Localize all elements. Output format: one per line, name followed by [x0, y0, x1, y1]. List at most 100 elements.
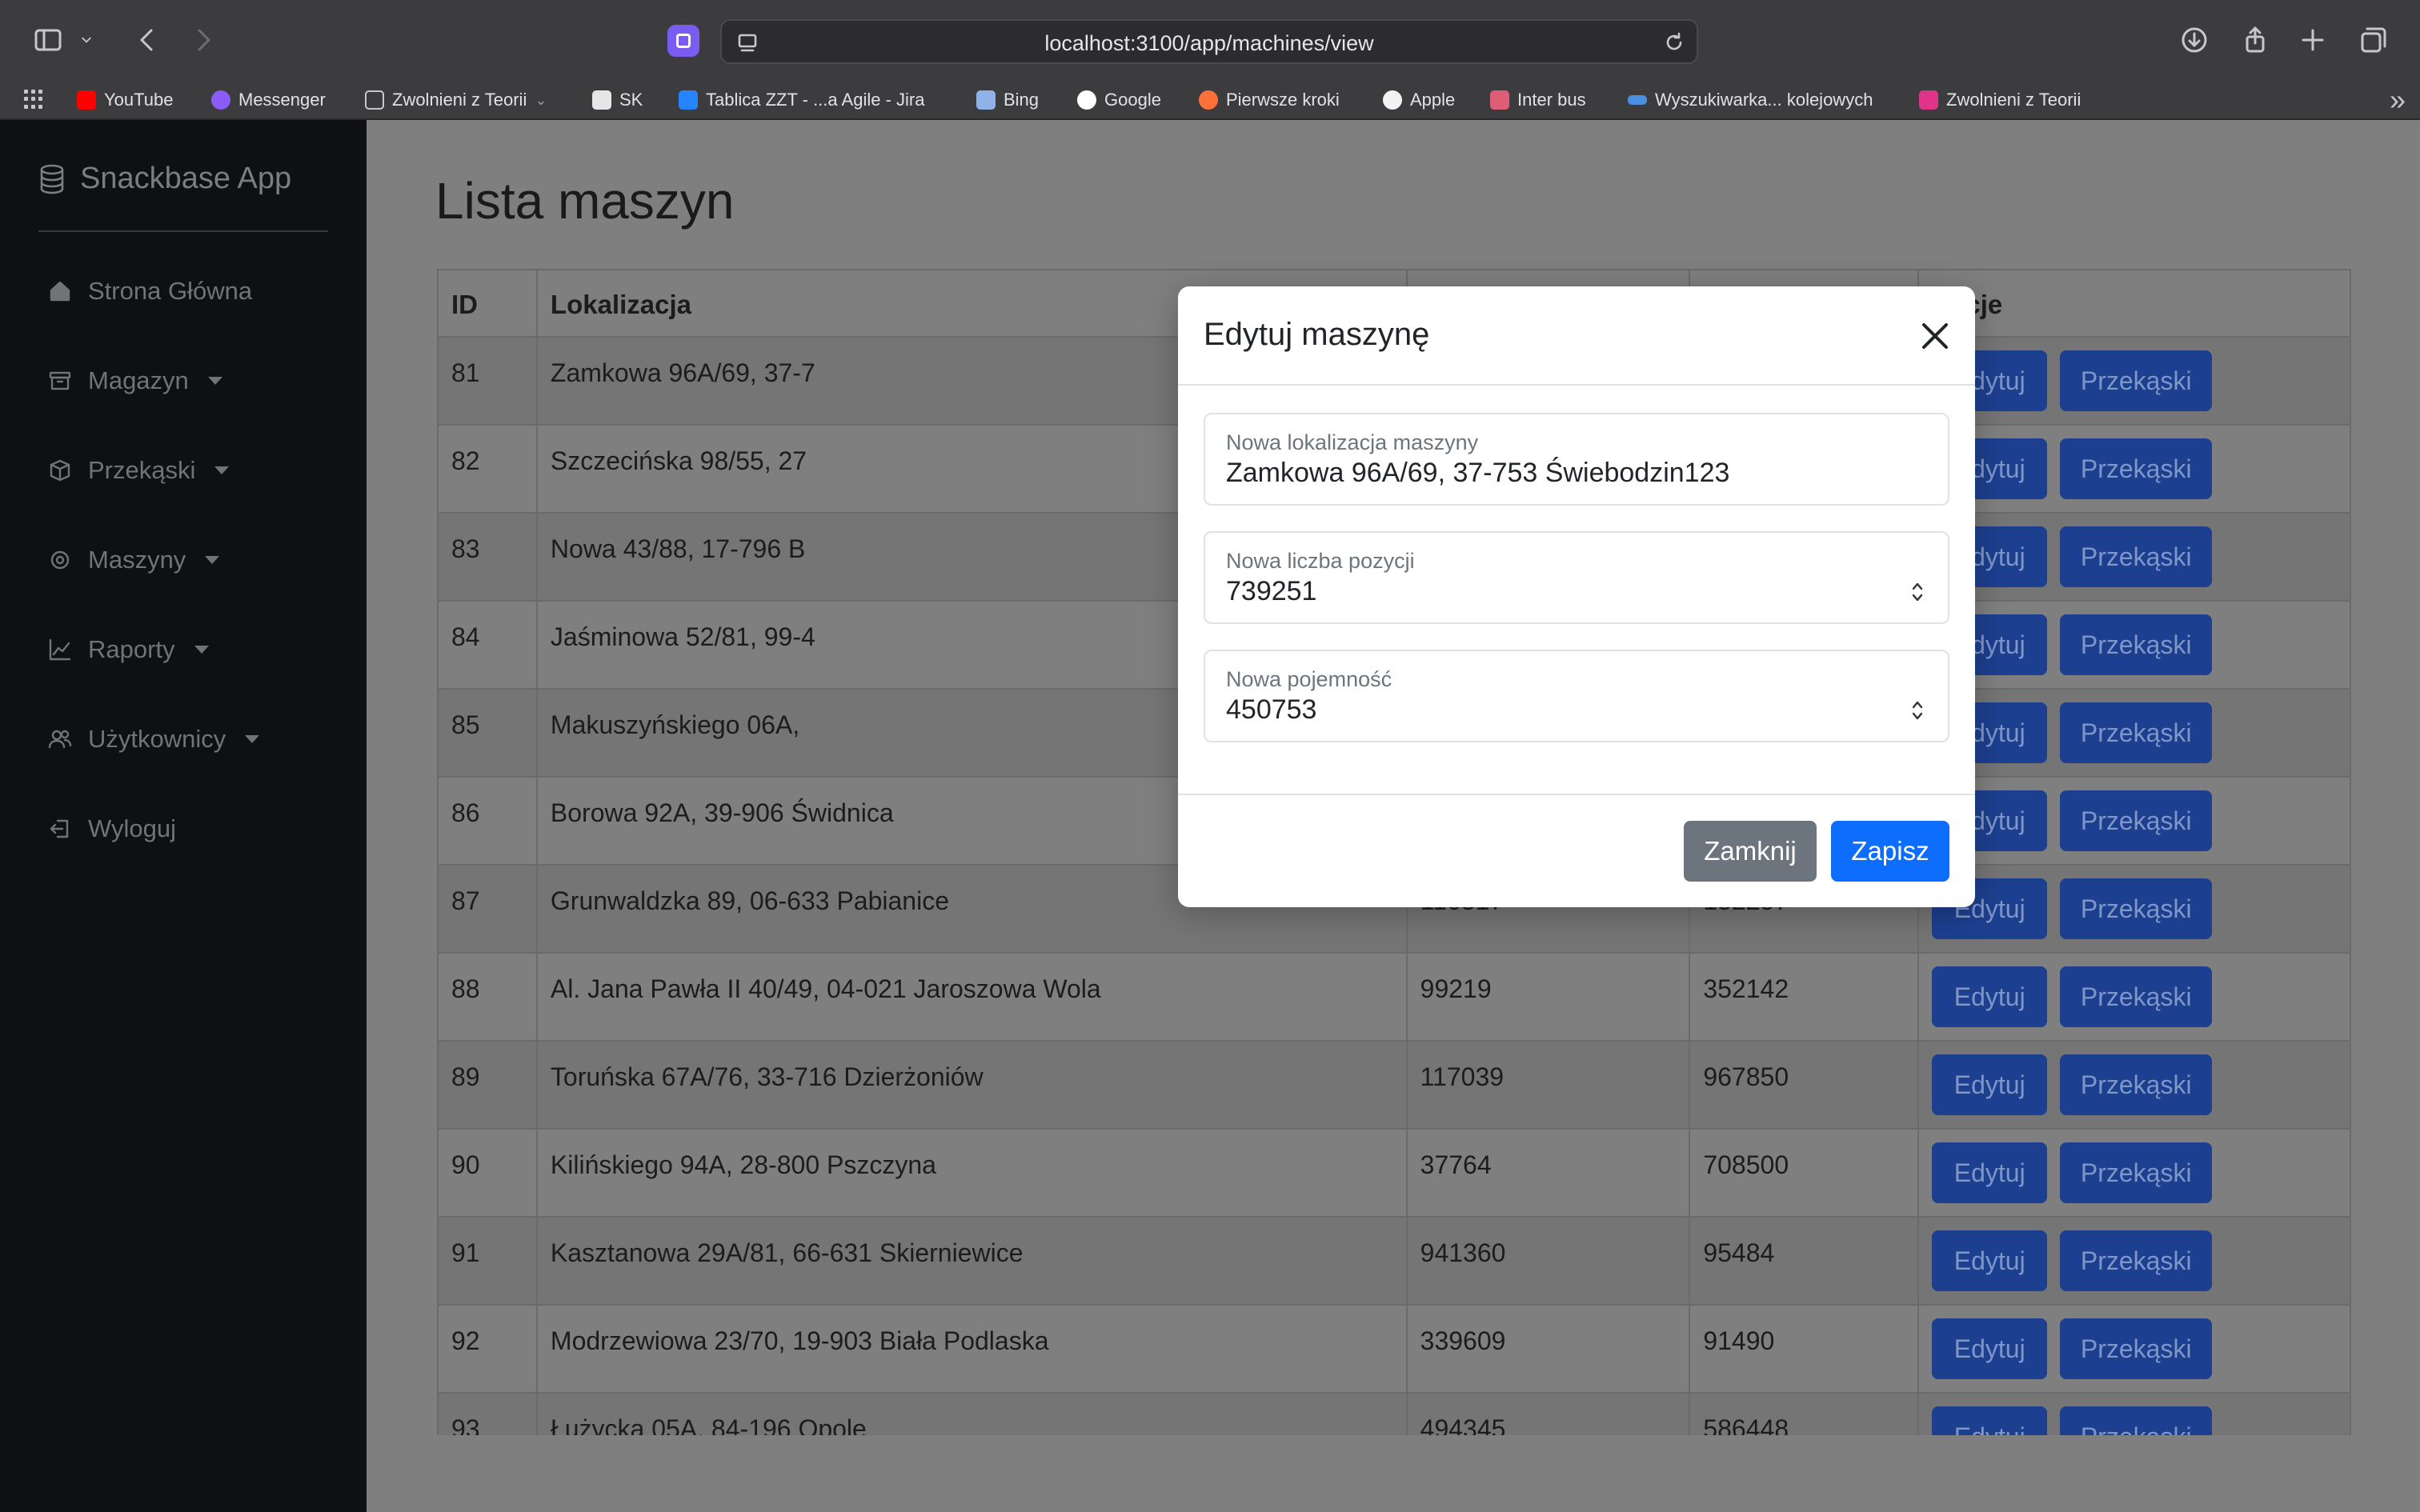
edit-button[interactable]: Edytuj: [1932, 1142, 2048, 1203]
bookmark-jira[interactable]: Tablica ZZT - ...a Agile - Jira: [679, 82, 924, 118]
capacity-input[interactable]: 450753: [1226, 694, 1316, 726]
browser-chrome: localhost:3100/app/machines/view YouTube…: [0, 0, 2420, 120]
new-tab-icon[interactable]: [2294, 21, 2332, 59]
row-actions: EdytujPrzekąski: [1932, 350, 2337, 411]
snacks-button[interactable]: Przekąski: [2060, 350, 2213, 411]
cell-actions: EdytujPrzekąski: [1917, 1128, 2351, 1218]
snacks-button[interactable]: Przekąski: [2060, 878, 2213, 939]
share-icon[interactable]: [2236, 21, 2274, 59]
table-row: 91 Kasztanowa 29A/81, 66-631 Skierniewice…: [437, 1216, 2351, 1306]
bookmark-wyszukiwarka[interactable]: Wyszukiwarka... kolejowych: [1628, 82, 1873, 118]
google-icon: [1077, 90, 1096, 110]
download-icon[interactable]: [2175, 21, 2214, 59]
bookmark-inter-bus[interactable]: Inter bus: [1490, 82, 1586, 118]
sidebar-toggle-icon[interactable]: [29, 21, 67, 59]
table-row: 92 Modrzewiowa 23/70, 19-903 Biała Podlas…: [437, 1304, 2351, 1394]
cell-location: Kilińskiego 94A, 28-800 Pszczyna: [535, 1128, 1408, 1218]
bookmark-sk[interactable]: SK: [592, 82, 643, 118]
bookmark-zwolnieni[interactable]: Zwolnieni z Teorii: [1919, 82, 2081, 118]
save-button[interactable]: Zapisz: [1831, 821, 1949, 882]
sidebar-item-raporty[interactable]: Raporty: [48, 635, 209, 664]
cell-location: Toruńska 67A/76, 33-716 Dzierżoniów: [535, 1040, 1408, 1130]
caret-down-icon: [207, 377, 222, 385]
snacks-button[interactable]: Przekąski: [2060, 1230, 2213, 1291]
more-bookmarks-icon[interactable]: »: [2390, 83, 2406, 117]
caret-down-icon: [205, 556, 220, 564]
snacks-button[interactable]: Przekąski: [2060, 438, 2213, 499]
cell-id: 91: [437, 1216, 538, 1306]
brand-name: Snackbase App: [80, 162, 292, 195]
row-actions: EdytujPrzekąski: [1932, 702, 2337, 763]
reload-icon[interactable]: [1663, 31, 1685, 54]
sidebar: Snackbase App Strona Główna Magazyn Prze…: [0, 120, 367, 1512]
cell-capacity: 708500: [1689, 1128, 1920, 1218]
cell-location: Modrzewiowa 23/70, 19-903 Biała Podlaska: [535, 1304, 1408, 1394]
cell-id: 88: [437, 952, 538, 1042]
tab-group-icon[interactable]: [667, 25, 699, 57]
edit-button[interactable]: Edytuj: [1932, 1318, 2048, 1379]
bookmark-apple[interactable]: Apple: [1383, 82, 1455, 118]
edit-button[interactable]: Edytuj: [1932, 966, 2048, 1027]
forward-icon[interactable]: [184, 21, 222, 59]
cell-capacity: 95484: [1689, 1216, 1920, 1306]
edit-button[interactable]: Edytuj: [1932, 1406, 2048, 1435]
edit-button[interactable]: Edytuj: [1932, 1230, 2048, 1291]
column-header-actions: Akcje: [1917, 269, 2351, 338]
number-stepper-icon[interactable]: [1911, 579, 1924, 605]
bookmark-google[interactable]: Google: [1077, 82, 1161, 118]
sidebar-item-przekaski[interactable]: Przekąski: [48, 456, 230, 485]
close-icon[interactable]: [1916, 317, 1954, 355]
number-stepper-icon[interactable]: [1911, 698, 1924, 723]
cell-id: 93: [437, 1392, 538, 1435]
tab-overview-icon[interactable]: [2354, 21, 2393, 59]
snacks-button[interactable]: Przekąski: [2060, 1054, 2213, 1115]
sidebar-divider: [38, 230, 328, 232]
bookmark-folder-zwolnieni[interactable]: Zwolnieni z Teorii ⌄: [365, 82, 547, 118]
caret-down-icon: [214, 466, 230, 474]
bookmark-pierwsze-kroki[interactable]: Pierwsze kroki: [1199, 82, 1340, 118]
bookmark-youtube[interactable]: YouTube: [77, 82, 173, 118]
chevron-down-icon[interactable]: [77, 21, 96, 59]
capacity-field[interactable]: Nowa pojemność 450753: [1204, 650, 1949, 742]
bookmark-messenger[interactable]: Messenger: [211, 82, 326, 118]
back-icon[interactable]: [128, 21, 166, 59]
archive-icon: [49, 371, 71, 390]
snacks-button[interactable]: Przekąski: [2060, 1142, 2213, 1203]
sidebar-item-magazyn[interactable]: Magazyn: [48, 366, 222, 395]
cell-location: Al. Jana Pawła II 40/49, 04-021 Jaroszow…: [535, 952, 1408, 1042]
cell-item-count: 339609: [1405, 1304, 1691, 1394]
sidebar-item-label: Maszyny: [88, 546, 186, 574]
snacks-button[interactable]: Przekąski: [2060, 966, 2213, 1027]
url-text[interactable]: localhost:3100/app/machines/view: [722, 31, 1697, 56]
item-count-input[interactable]: 739251: [1226, 576, 1316, 607]
train-icon: [1628, 95, 1647, 105]
sidebar-item-uzytkownicy[interactable]: Użytkownicy: [48, 725, 260, 754]
location-input[interactable]: Zamkowa 96A/69, 37-753 Świebodzin123: [1226, 458, 1729, 489]
cell-id: 82: [437, 424, 538, 514]
sidebar-item-home[interactable]: Strona Główna: [48, 277, 252, 306]
sidebar-item-wyloguj[interactable]: Wyloguj: [48, 814, 176, 843]
cell-capacity: 352142: [1689, 952, 1920, 1042]
bookmark-bing[interactable]: Bing: [976, 82, 1039, 118]
item-count-field[interactable]: Nowa liczba pozycji 739251: [1204, 531, 1949, 624]
sidebar-item-maszyny[interactable]: Maszyny: [48, 546, 220, 574]
brand[interactable]: Snackbase App: [38, 162, 291, 196]
snacks-button[interactable]: Przekąski: [2060, 1406, 2213, 1435]
cell-actions: EdytujPrzekąski: [1917, 424, 2351, 514]
box-icon: [50, 459, 70, 482]
snacks-button[interactable]: Przekąski: [2060, 790, 2213, 851]
location-field[interactable]: Nowa lokalizacja maszyny Zamkowa 96A/69,…: [1204, 413, 1949, 506]
snacks-button[interactable]: Przekąski: [2060, 526, 2213, 587]
gear-icon: [50, 550, 70, 570]
caret-down-icon: [245, 735, 260, 743]
snacks-button[interactable]: Przekąski: [2060, 614, 2213, 675]
snacks-button[interactable]: Przekąski: [2060, 1318, 2213, 1379]
address-bar[interactable]: localhost:3100/app/machines/view: [720, 19, 1698, 64]
snacks-button[interactable]: Przekąski: [2060, 702, 2213, 763]
capacity-label: Nowa pojemność: [1226, 667, 1392, 691]
edit-button[interactable]: Edytuj: [1932, 1054, 2048, 1115]
sidebar-item-label: Użytkownicy: [88, 725, 226, 753]
chart-icon: [49, 638, 71, 661]
bookmarks-bar: YouTube Messenger Zwolnieni z Teorii ⌄ SK…: [0, 82, 2420, 118]
close-button[interactable]: Zamknij: [1684, 821, 1817, 882]
